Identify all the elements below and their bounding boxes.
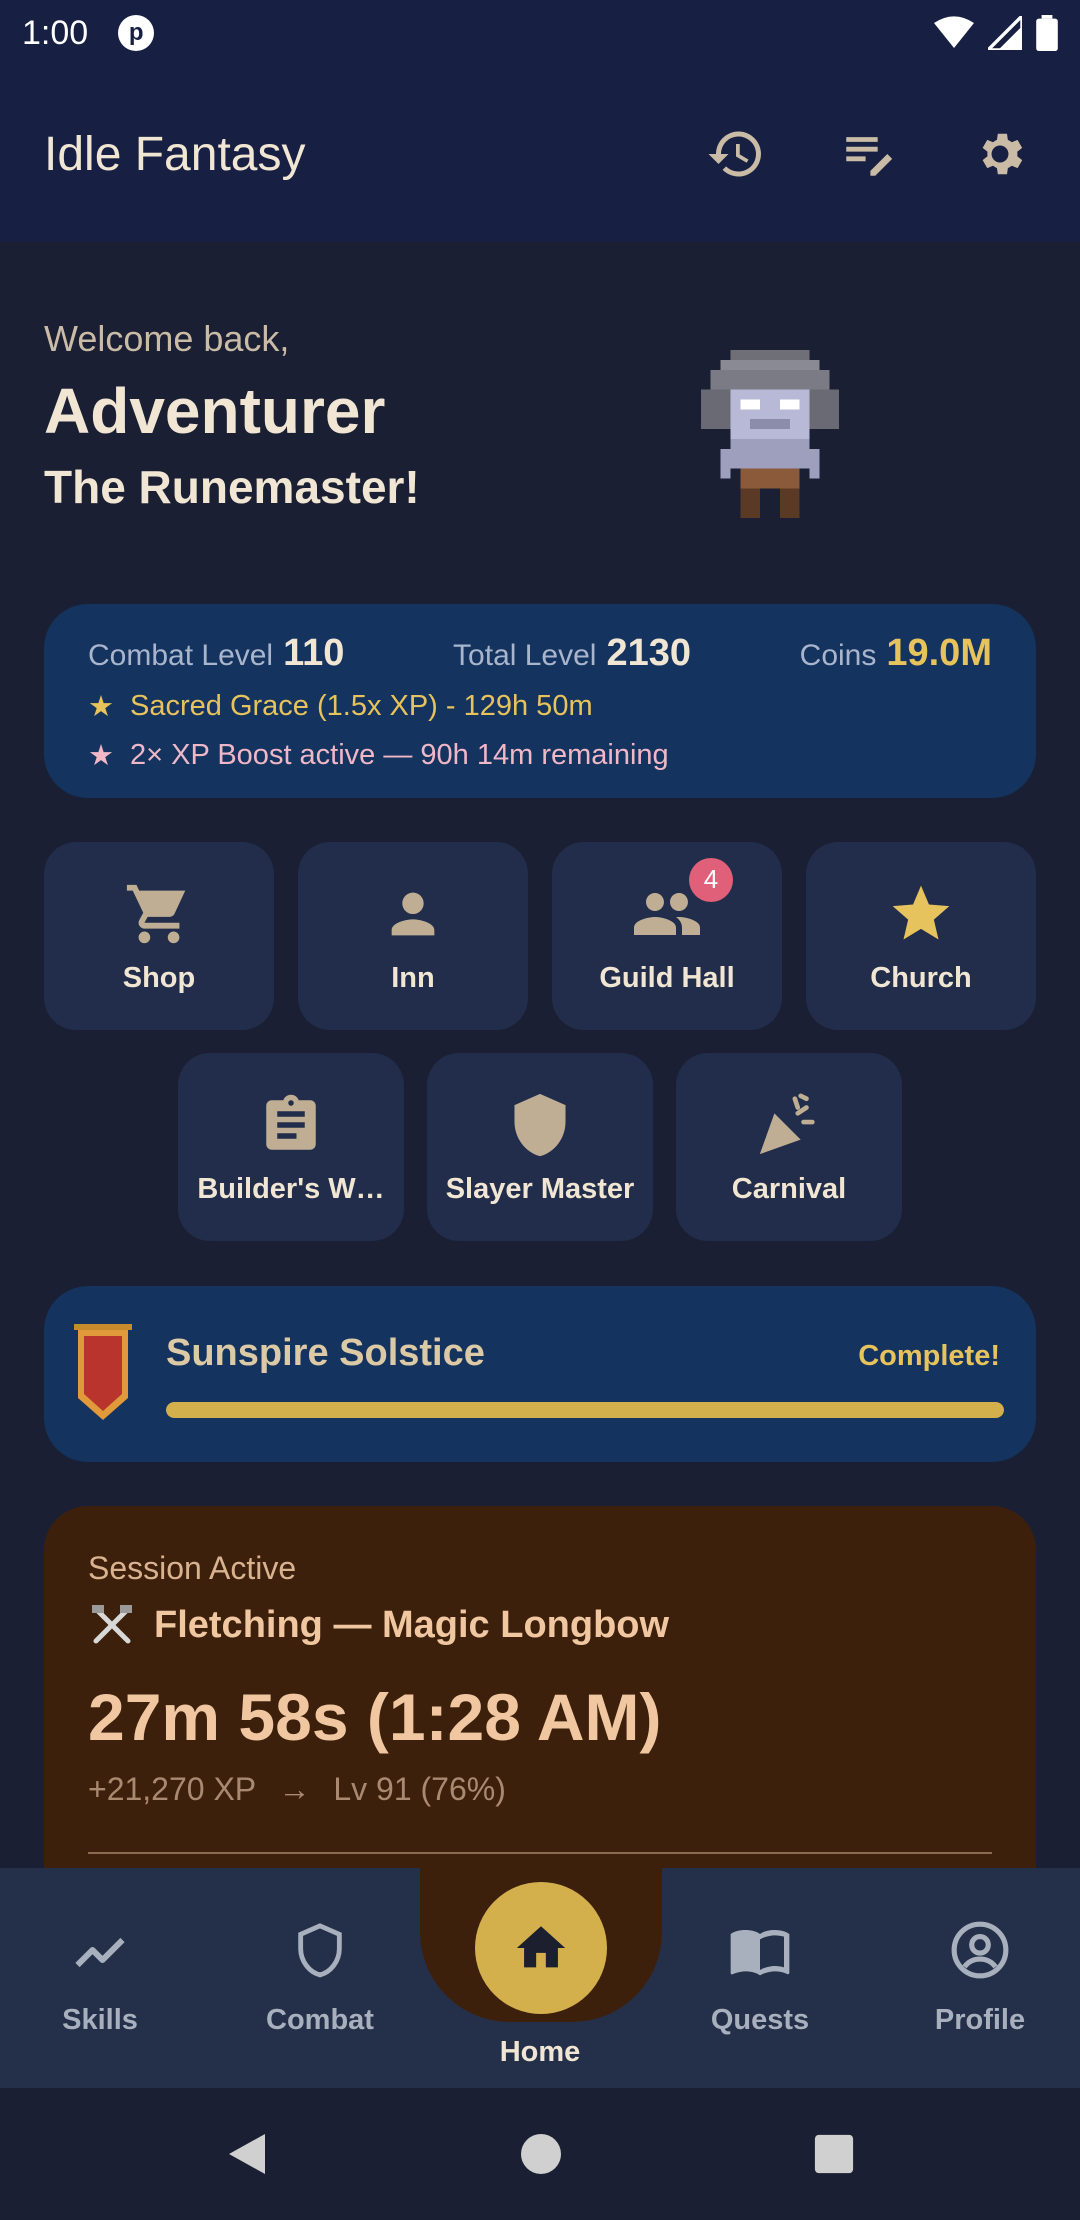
player-title: The Runemaster! bbox=[44, 461, 420, 513]
app-notification-icon: p bbox=[118, 15, 155, 51]
tile-carnival[interactable]: Carnival bbox=[676, 1053, 902, 1241]
session-time: 27m 58s (1:28 AM) bbox=[88, 1680, 662, 1754]
total-level-stat: Total Level 2130 bbox=[453, 632, 692, 674]
wifi-icon bbox=[934, 16, 974, 48]
player-name: Adventurer bbox=[44, 375, 386, 447]
tile-label: Builder's W… bbox=[197, 1172, 385, 1205]
status-time: 1:00 bbox=[22, 13, 89, 52]
session-label: Session Active bbox=[88, 1550, 297, 1586]
combat-level-stat: Combat Level 110 bbox=[88, 632, 345, 674]
star-icon bbox=[885, 878, 957, 950]
tile-label: Carnival bbox=[731, 1172, 847, 1205]
back-icon[interactable] bbox=[225, 2130, 269, 2178]
nav-label: Combat bbox=[266, 2004, 374, 2036]
system-nav-bar bbox=[0, 2088, 1080, 2220]
home-circle-icon[interactable] bbox=[519, 2132, 563, 2176]
event-progress-bar bbox=[166, 1402, 1004, 1418]
event-card[interactable]: Sunspire Solstice Complete! bbox=[44, 1286, 1036, 1462]
nav-label: Skills bbox=[62, 2004, 138, 2036]
buff-xp-boost: ★ 2× XP Boost active — 90h 14m remaining bbox=[88, 739, 669, 772]
tile-church[interactable]: Church bbox=[806, 842, 1036, 1030]
coins-value: 19.0M bbox=[886, 632, 992, 674]
edit-list-icon[interactable] bbox=[832, 118, 904, 190]
session-task: Fletching — Magic Longbow bbox=[88, 1601, 992, 1649]
notification-badge: 4 bbox=[689, 857, 733, 902]
cart-icon bbox=[123, 878, 195, 950]
tile-label: Shop bbox=[122, 961, 196, 994]
history-icon[interactable] bbox=[700, 118, 772, 190]
nav-combat[interactable]: Combat bbox=[220, 1868, 420, 2088]
event-status: Complete! bbox=[858, 1340, 1000, 1372]
session-xp: +21,270 XP → Lv 91 (76%) bbox=[88, 1771, 506, 1807]
person-icon bbox=[377, 878, 449, 950]
tile-builders-workshop[interactable]: Builder's W… bbox=[178, 1053, 404, 1241]
nav-quests[interactable]: Quests bbox=[660, 1868, 860, 2088]
nav-label: Quests bbox=[710, 2004, 810, 2036]
divider bbox=[88, 1852, 992, 1854]
tile-label: Church bbox=[870, 961, 972, 994]
app-title: Idle Fantasy bbox=[44, 127, 306, 181]
buff-sacred-grace: ★ Sacred Grace (1.5x XP) - 129h 50m bbox=[88, 690, 593, 723]
event-name: Sunspire Solstice bbox=[166, 1332, 485, 1374]
recents-icon[interactable] bbox=[813, 2133, 855, 2175]
event-progress-fill bbox=[166, 1402, 1004, 1418]
clipboard-icon bbox=[255, 1089, 327, 1161]
tile-slayer-master[interactable]: Slayer Master bbox=[427, 1053, 653, 1241]
welcome-greeting: Welcome back, bbox=[44, 318, 290, 359]
banner-icon bbox=[74, 1324, 132, 1420]
crossed-tools-icon bbox=[92, 1605, 132, 1644]
player-avatar[interactable] bbox=[700, 350, 840, 518]
group-icon: 4 bbox=[631, 857, 733, 950]
tile-shop[interactable]: Shop bbox=[44, 842, 274, 1030]
trend-icon bbox=[68, 1918, 132, 1982]
signal-icon bbox=[988, 16, 1022, 50]
star-icon: ★ bbox=[88, 740, 114, 772]
total-level-value: 2130 bbox=[606, 632, 692, 674]
nav-skills[interactable]: Skills bbox=[0, 1868, 200, 2088]
tile-inn[interactable]: Inn bbox=[298, 842, 528, 1030]
tile-label: Slayer Master bbox=[445, 1172, 635, 1205]
star-icon: ★ bbox=[88, 691, 114, 723]
account-circle-icon bbox=[948, 1918, 1012, 1982]
status-bar: 1:00 p bbox=[0, 0, 1080, 66]
nav-label: Profile bbox=[934, 2004, 1026, 2036]
shield-outline-icon bbox=[288, 1918, 352, 1982]
tile-label: Guild Hall bbox=[599, 961, 735, 994]
app-bar: Idle Fantasy bbox=[0, 66, 1080, 242]
tile-label: Inn bbox=[391, 961, 435, 994]
shield-icon bbox=[504, 1089, 576, 1161]
bottom-nav: Skills Combat Home Quests Profile bbox=[0, 1868, 1080, 2088]
nav-label-home: Home bbox=[499, 2036, 581, 2068]
party-icon bbox=[753, 1089, 825, 1161]
tile-guild-hall[interactable]: 4 Guild Hall bbox=[552, 842, 782, 1030]
book-icon bbox=[728, 1918, 792, 1982]
gear-icon[interactable] bbox=[964, 118, 1036, 190]
nav-profile[interactable]: Profile bbox=[880, 1868, 1080, 2088]
welcome-section: Welcome back, Adventurer The Runemaster! bbox=[44, 318, 420, 514]
stats-card: Combat Level 110 Total Level 2130 Coins 19.… bbox=[44, 604, 1036, 798]
coins-stat: Coins 19.0M bbox=[799, 632, 992, 674]
nav-home[interactable] bbox=[475, 1882, 607, 2014]
combat-level-value: 110 bbox=[283, 632, 345, 674]
home-icon bbox=[516, 1926, 566, 1968]
battery-icon bbox=[1036, 15, 1058, 51]
